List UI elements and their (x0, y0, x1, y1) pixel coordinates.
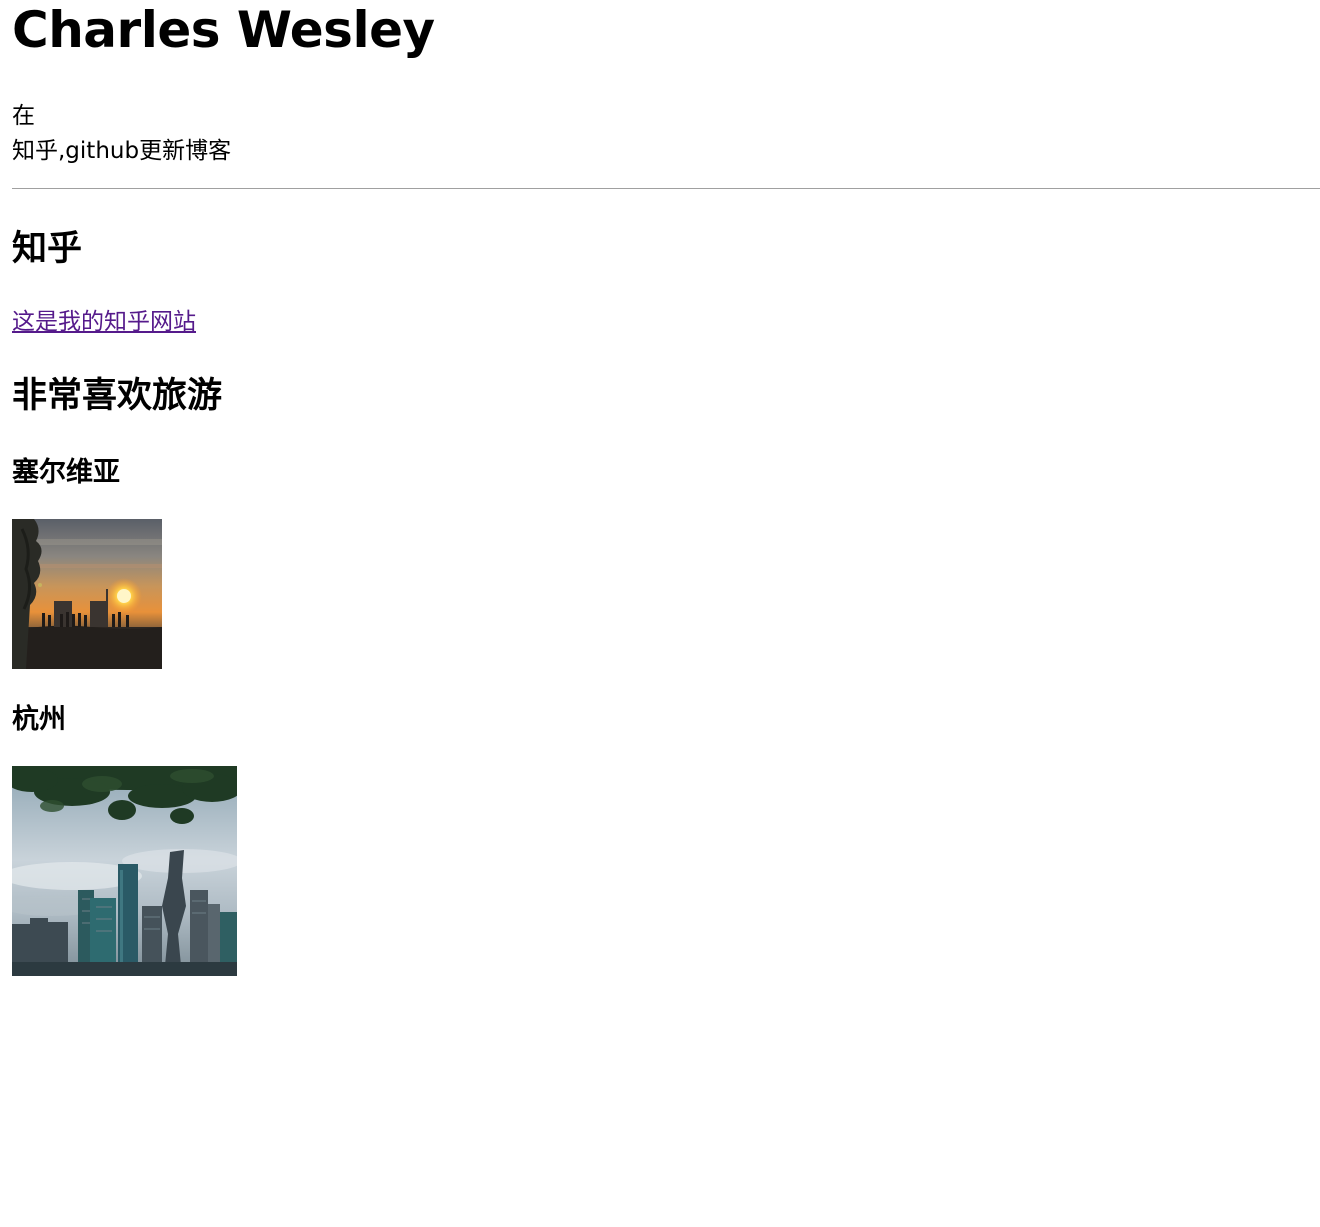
sunset-photo (12, 519, 162, 669)
serbia-heading: 塞尔维亚 (12, 457, 120, 488)
page-title: Charles Wesley (12, 1, 435, 59)
zhihu-link[interactable]: 这是我的知乎网站 (12, 306, 196, 338)
divider (12, 188, 1320, 189)
travel-heading: 非常喜欢旅游 (12, 376, 223, 416)
intro-line-1: 在 (12, 103, 35, 129)
intro-line-2: 知乎,github更新博客 (12, 138, 232, 164)
city-skyline-photo (12, 766, 237, 976)
zhihu-heading: 知乎 (12, 229, 83, 269)
intro-text: 在 知乎,github更新博客 (12, 99, 231, 169)
hangzhou-heading: 杭州 (12, 704, 66, 735)
